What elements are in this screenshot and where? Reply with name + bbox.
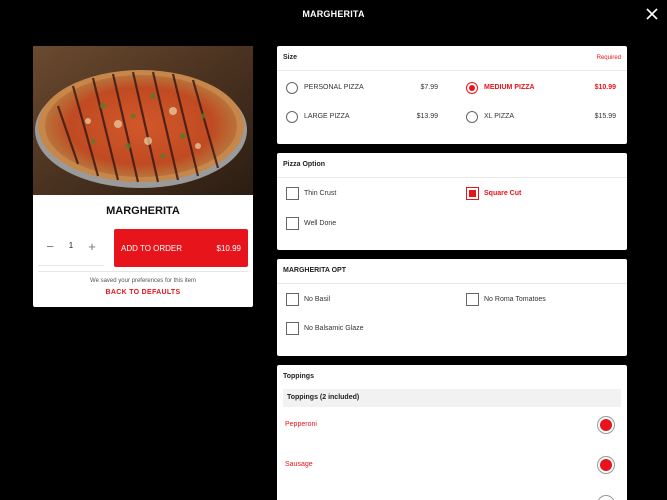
add-to-order-label: ADD TO ORDER xyxy=(121,244,183,253)
size-option-price: $13.99 xyxy=(416,113,438,120)
divider xyxy=(38,271,248,272)
size-option-label: MEDIUM PIZZA xyxy=(484,84,535,91)
topping-label: Pepperoni xyxy=(285,421,317,428)
checkbox[interactable] xyxy=(466,187,479,200)
topping-pepperoni[interactable]: Pepperoni xyxy=(285,416,615,436)
size-option-label: LARGE PIZZA xyxy=(304,113,350,120)
size-option-label: PERSONAL PIZZA xyxy=(304,84,364,91)
size-option-medium[interactable]: MEDIUM PIZZA $10.99 xyxy=(466,81,616,97)
size-option-price: $15.99 xyxy=(594,113,616,120)
saved-preferences-note: We saved your preferences for this item xyxy=(90,278,196,284)
size-option-large[interactable]: LARGE PIZZA $13.99 xyxy=(286,110,438,126)
option-no-balsamic-glaze[interactable]: No Balsamic Glaze xyxy=(286,322,436,338)
option-label: Well Done xyxy=(304,220,337,227)
size-card: Size Required PERSONAL PIZZA $7.99 MEDIU… xyxy=(277,46,627,144)
radio-button[interactable] xyxy=(286,82,298,94)
topping-toggle[interactable] xyxy=(597,495,615,500)
option-label: No Basil xyxy=(304,296,331,303)
size-option-price: $7.99 xyxy=(420,84,438,91)
option-label: No Roma Tomatoes xyxy=(484,296,546,303)
add-to-order-button[interactable]: ADD TO ORDER $10.99 xyxy=(114,229,248,267)
size-option-personal[interactable]: PERSONAL PIZZA $7.99 xyxy=(286,81,438,97)
option-well-done[interactable]: Well Done xyxy=(286,217,436,233)
toppings-subheader: Toppings (2 included) xyxy=(283,389,621,407)
decrease-quantity-button[interactable]: − xyxy=(42,239,58,255)
radio-button[interactable] xyxy=(466,111,478,123)
option-label: No Balsamic Glaze xyxy=(304,325,364,332)
checkbox[interactable] xyxy=(286,293,299,306)
divider xyxy=(277,177,627,178)
top-bar: MARGHERITA xyxy=(0,0,667,30)
checkbox[interactable] xyxy=(286,217,299,230)
checkbox[interactable] xyxy=(286,322,299,335)
toppings-subtitle: Toppings (2 included) xyxy=(287,394,360,401)
topping-toggle[interactable] xyxy=(597,416,615,434)
size-option-xl[interactable]: XL PIZZA $15.99 xyxy=(466,110,616,126)
quantity-stepper: − 1 + xyxy=(38,230,104,266)
radio-button[interactable] xyxy=(286,111,298,123)
checkbox[interactable] xyxy=(286,187,299,200)
margherita-opt-card: MARGHERITA OPT No Basil No Roma Tomatoes… xyxy=(277,259,627,356)
size-title: Size xyxy=(283,54,298,61)
checkbox[interactable] xyxy=(466,293,479,306)
close-icon[interactable] xyxy=(645,7,659,21)
topping-next[interactable] xyxy=(285,495,615,500)
item-card: MARGHERITA − 1 + ADD TO ORDER $10.99 We … xyxy=(33,46,253,307)
topping-sausage[interactable]: Sausage xyxy=(285,456,615,476)
required-badge: Required xyxy=(596,55,621,61)
topping-toggle[interactable] xyxy=(597,456,615,474)
toppings-title: Toppings xyxy=(283,373,314,380)
pizza-image xyxy=(33,46,253,195)
quantity-value: 1 xyxy=(68,241,74,250)
toppings-card: Toppings Toppings (2 included) Pepperoni… xyxy=(277,365,627,500)
page-title: MARGHERITA xyxy=(302,9,365,19)
option-no-roma-tomatoes[interactable]: No Roma Tomatoes xyxy=(466,293,616,309)
back-to-defaults-link[interactable]: BACK TO DEFAULTS xyxy=(33,289,253,296)
size-option-price: $10.99 xyxy=(594,84,616,91)
increase-quantity-button[interactable]: + xyxy=(84,239,100,255)
size-option-label: XL PIZZA xyxy=(484,113,515,120)
option-square-cut[interactable]: Square Cut xyxy=(466,187,616,203)
radio-button[interactable] xyxy=(466,82,478,94)
divider xyxy=(277,70,627,71)
item-name: MARGHERITA xyxy=(106,205,180,217)
option-thin-crust[interactable]: Thin Crust xyxy=(286,187,436,203)
topping-label: Sausage xyxy=(285,461,313,468)
add-to-order-price: $10.99 xyxy=(216,244,241,253)
pizza-option-card: Pizza Option Thin Crust Square Cut Well … xyxy=(277,153,627,250)
divider xyxy=(277,283,627,284)
margherita-opt-title: MARGHERITA OPT xyxy=(283,267,346,274)
option-label: Square Cut xyxy=(484,190,522,197)
option-no-basil[interactable]: No Basil xyxy=(286,293,436,309)
option-label: Thin Crust xyxy=(304,190,337,197)
pizza-option-title: Pizza Option xyxy=(283,161,325,168)
